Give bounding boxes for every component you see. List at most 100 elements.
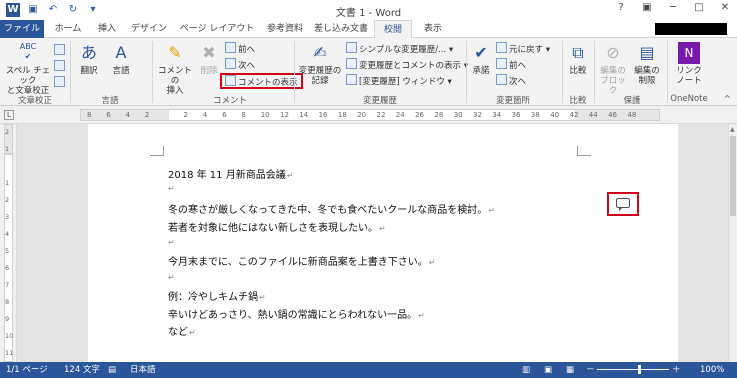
tab-home[interactable]: ホーム [48,20,88,38]
scroll-up-icon[interactable]: ▲ [730,126,735,133]
reject-label: 元に戻す [509,45,544,55]
compare-button[interactable]: ⧉ 比較 [564,42,592,76]
zoom-in-button[interactable]: ＋ [672,364,681,376]
zoom-slider-track[interactable] [597,369,669,370]
block-authors-button[interactable]: ⊘ 編集の ブロック [597,42,629,96]
next-comment-label: 次へ [238,61,256,71]
show-comments-button[interactable]: コメントの表示 [220,73,303,89]
close-button[interactable]: ✕ [717,2,733,13]
vertical-ruler[interactable]: 2 1 1 2 3 4 5 6 7 8 9 10 11 [0,124,17,362]
ribbon-display-options-button[interactable]: ▣ [639,2,655,13]
horizontal-ruler-row: L 8 6 4 2 2 4 6 8 10 12 14 16 18 20 22 24 26 28 30 32 34 36 38… [0,106,737,124]
language-status[interactable]: 日本語 [130,364,156,376]
linked-notes-button[interactable]: N リンク ノート [672,42,706,86]
next-change-icon [496,74,507,85]
ruler-number: 22 [376,111,386,119]
ruler-number: 28 [434,111,444,119]
tab-view[interactable]: 表示 [416,20,450,38]
zoom-out-button[interactable]: － [586,364,595,376]
block-authors-label-2: ブロック [600,76,626,96]
tab-mailings[interactable]: 差し込み文書 [312,20,370,38]
vertical-ruler-number: 9 [5,315,10,323]
minimize-button[interactable]: ─ [665,2,681,13]
tab-selector[interactable]: L [4,110,14,120]
word-count[interactable]: 124 文字 [64,364,100,376]
language-button[interactable]: A 言語 [106,42,136,76]
reviewing-pane-dropdown[interactable]: [変更履歴] ウィンドウ ▾ [346,74,452,87]
doc-line-empty: ↵ [168,238,175,247]
previous-change-label: 前へ [509,61,527,71]
horizontal-ruler[interactable]: 8 6 4 2 2 4 6 8 10 12 14 16 18 20 22 24 26 28 30 32 34 36 38 40… [80,109,660,121]
doc-line[interactable]: 例：冷やしキムチ鍋↵ [168,288,266,303]
word-count-button[interactable] [54,60,67,72]
thesaurus-button[interactable] [54,44,67,56]
group-label-proofing: 文章校正 [17,96,52,106]
group-label-protect: 保護 [623,96,641,106]
doc-line-title[interactable]: 2018 年 11 月新商品会議↵ [168,166,293,181]
paragraph-mark: ↵ [259,293,266,302]
previous-change-button[interactable]: 前へ [496,58,527,71]
next-change-button[interactable]: 次へ [496,74,526,87]
read-mode-icon[interactable]: ▥ [522,364,530,376]
restrict-editing-label-1: 編集の [634,66,660,76]
translate-icon: あ [80,43,97,62]
scrollbar-thumb[interactable] [730,136,736,216]
tab-references[interactable]: 参考資料 [262,20,308,38]
linked-notes-label-1: リンク [676,66,702,76]
comment-balloon-icon[interactable] [607,192,639,216]
block-authors-label-1: 編集の [600,66,626,76]
zoom-level[interactable]: 100% [700,364,724,376]
collapse-ribbon-icon[interactable]: ^ [724,94,731,103]
print-layout-icon[interactable]: ▣ [544,364,552,376]
tab-file[interactable]: ファイル [0,20,44,38]
zoom-slider-thumb[interactable] [638,365,641,374]
show-markup-icon [346,58,357,69]
ruler-number: 20 [357,111,367,119]
maximize-button[interactable]: □ [691,2,707,13]
help-button[interactable]: ? [613,2,629,13]
tab-page-layout[interactable]: ページ レイアウト [176,20,258,38]
track-changes-button[interactable]: ✍ 変更履歴の 記録 [296,42,344,86]
display-for-review-dropdown[interactable]: シンプルな変更履歴/... ▾ [346,42,453,55]
doc-line[interactable]: 辛いけどあっさり、熱い鍋の常識にとらわれない一品。↵ [168,306,425,321]
comment-bubble-tail [619,208,622,211]
doc-line[interactable]: 冬の寒さが厳しくなってきた中、冬でも食べたいクールな商品を検討。↵ [168,201,495,216]
delete-comment-button[interactable]: ✖ 削除 [196,42,222,76]
tab-insert[interactable]: 挿入 [92,20,122,38]
ruler-number: 12 [280,111,289,119]
show-markup-dropdown[interactable]: 変更履歴とコメントの表示 ▾ [346,58,468,71]
doc-line[interactable]: 今月末までに、このファイルに新商品案を上書き下さい。↵ [168,253,435,268]
delete-comment-icon: ✖ [202,43,216,62]
account-name-redacted[interactable] [655,23,727,35]
group-separator [466,41,467,103]
ruler-number: 2 [144,111,150,119]
ruler-number: 4 [125,111,131,119]
web-layout-icon[interactable]: ▦ [566,364,574,376]
compare-label: 比較 [569,66,587,76]
new-comment-button[interactable]: ✎ コメントの 挿入 [156,42,194,96]
group-label-language: 言語 [101,96,119,106]
accept-icon: ✔ [474,43,488,62]
tab-design[interactable]: デザイン [126,20,172,38]
paragraph-mark: ↵ [379,224,386,233]
define-button[interactable] [54,76,67,88]
vertical-scrollbar[interactable]: ▲ [728,124,737,362]
translate-button[interactable]: あ 翻訳 [74,42,104,76]
reject-button[interactable]: 元に戻す ▾ [496,42,550,55]
restrict-editing-button[interactable]: ▤ 編集の 制限 [631,42,663,86]
ruler-number: 40 [550,111,560,119]
ruler-number: 18 [337,111,347,119]
tab-review[interactable]: 校閲 [374,20,412,39]
spelling-grammar-button[interactable]: ABC ✔ スペル チェック と文章校正 [2,42,54,96]
doc-line[interactable]: など↵ [168,323,196,338]
title-bar: W ▣ ↶ ↻ ▾ 文書 1 - Word ? ▣ ─ □ ✕ [0,0,737,20]
proofing-status-icon[interactable]: ▤ [108,364,116,376]
page-count[interactable]: 1/1 ページ [6,364,48,376]
accept-button[interactable]: ✔ 承諾 [468,42,494,76]
next-comment-button[interactable]: 次へ [225,58,256,71]
group-label-compare: 比較 [569,96,587,106]
previous-comment-button[interactable]: 前へ [225,42,255,55]
doc-line[interactable]: 若者を対象に他にはない新しさを表現したい。↵ [168,219,386,234]
document-page[interactable]: 2018 年 11 月新商品会議↵ ↵ 冬の寒さが厳しくなってきた中、冬でも食べ… [88,124,678,362]
spelling-label-1: スペル チェック [5,66,51,86]
